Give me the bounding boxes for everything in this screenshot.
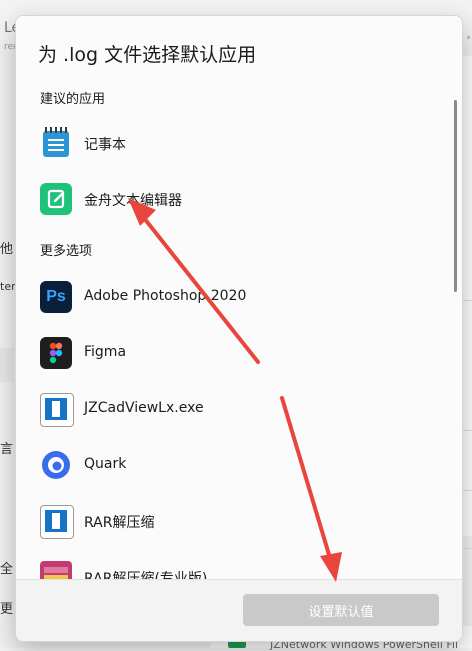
app-option-label: JZCadViewLx.exe (84, 400, 204, 416)
settings-nav-selected (0, 348, 14, 382)
app-option-label: Figma (84, 344, 127, 360)
quark-icon (40, 449, 72, 481)
rar-icon (40, 505, 74, 539)
set-default-button[interactable]: 设置默认值 (243, 594, 439, 626)
app-option-quark[interactable]: Quark (24, 441, 444, 489)
app-option-label: RAR解压缩 (84, 515, 155, 531)
settings-nav-item[interactable]: 言 (0, 438, 13, 457)
settings-nav-item[interactable]: ter (0, 280, 16, 293)
notepad-icon (40, 127, 72, 159)
app-option-notepad[interactable]: 记事本 (24, 119, 444, 167)
figma-icon (40, 337, 72, 369)
app-option-label: Quark (84, 456, 127, 472)
dialog-footer: 设置默认值 (16, 579, 462, 641)
scrollbar[interactable] (454, 100, 457, 292)
app-option-label: 记事本 (84, 137, 126, 153)
app-option-rar[interactable]: RAR解压缩 (24, 497, 444, 545)
choose-default-app-dialog: 为 .log 文件选择默认应用 建议的应用 记事本 金舟文本编辑器 更多选项 P… (15, 15, 463, 642)
app-option-photoshop[interactable]: Ps Adobe Photoshop 2020 (24, 273, 444, 321)
app-option-label: Adobe Photoshop 2020 (84, 288, 247, 304)
app-option-figma[interactable]: Figma (24, 329, 444, 377)
dialog-title: 为 .log 文件选择默认应用 (38, 44, 257, 66)
settings-nav-item[interactable]: 全 (0, 558, 13, 577)
app-option-jinzhou-text-editor[interactable]: 金舟文本编辑器 (24, 175, 444, 223)
settings-nav-item[interactable]: 他 (0, 238, 13, 257)
cad-viewer-icon (40, 393, 74, 427)
suggested-apps-heading: 建议的应用 (40, 92, 106, 107)
more-options-heading: 更多选项 (40, 244, 93, 259)
app-option-label: 金舟文本编辑器 (84, 193, 182, 209)
app-option-jzcadviewlx[interactable]: JZCadViewLx.exe (24, 385, 444, 433)
photoshop-icon: Ps (40, 281, 72, 313)
jinzhou-text-editor-icon (40, 183, 72, 215)
settings-nav-item[interactable]: 更 (0, 598, 13, 617)
